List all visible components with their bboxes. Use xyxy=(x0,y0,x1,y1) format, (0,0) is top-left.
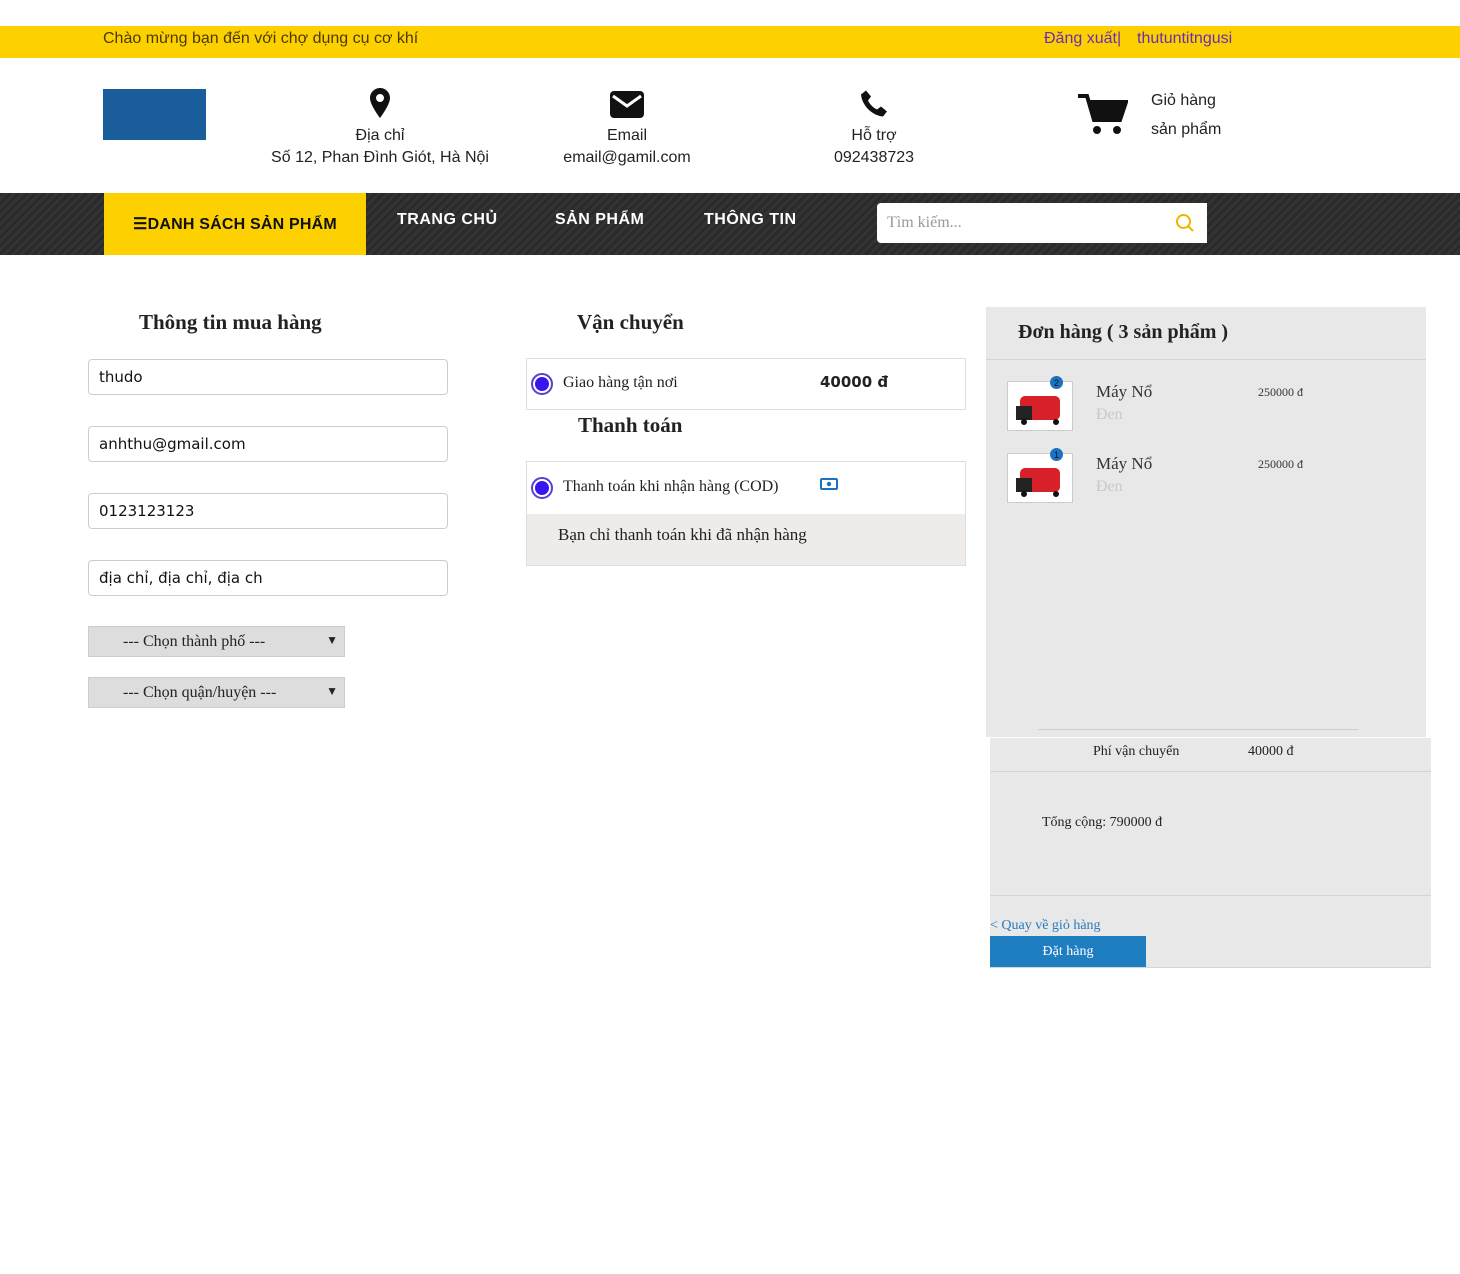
nav-info[interactable]: THÔNG TIN xyxy=(704,193,797,247)
payment-option-label: Thanh toán khi nhận hàng (COD) xyxy=(563,478,779,495)
cart-icon[interactable] xyxy=(1078,92,1129,141)
phone-field[interactable] xyxy=(88,493,448,529)
payment-option[interactable]: Thanh toán khi nhận hàng (COD) Bạn chỉ t… xyxy=(526,461,966,566)
top-bar: Chào mừng bạn đến với chợ dụng cụ cơ khí… xyxy=(0,26,1460,58)
username-link[interactable]: thutuntitngusi xyxy=(1137,30,1232,48)
quantity-badge: 2 xyxy=(1050,376,1063,389)
map-marker-icon xyxy=(370,88,390,118)
site-logo[interactable] xyxy=(103,89,206,140)
divider xyxy=(986,359,1426,360)
support-label: Hỗ trợ xyxy=(851,127,897,144)
payment-title: Thanh toán xyxy=(578,413,683,437)
search-input[interactable] xyxy=(877,203,1163,243)
support-value: 092438723 xyxy=(833,149,915,166)
address-field[interactable] xyxy=(88,560,448,596)
shipping-fee-value: 40000 đ xyxy=(1248,744,1294,759)
nav-products[interactable]: SẢN PHẨM xyxy=(555,193,644,247)
email-field[interactable] xyxy=(88,426,448,462)
district-select-value: --- Chọn quận/huyện --- xyxy=(123,683,277,701)
envelope-icon xyxy=(610,91,644,118)
divider xyxy=(990,895,1431,896)
nav-home[interactable]: TRANG CHỦ xyxy=(397,193,498,247)
city-select[interactable]: --- Chọn thành phố --- ▼ xyxy=(88,626,345,657)
address-label: Địa chỉ xyxy=(355,127,405,144)
city-select-value: --- Chọn thành phố --- xyxy=(123,632,266,650)
money-icon xyxy=(820,477,838,495)
header-address: Địa chỉ Số 12, Phan Đình Giót, Hà Nội xyxy=(260,88,500,169)
product-variant: Đen xyxy=(1096,478,1123,495)
product-price: 250000 đ xyxy=(1258,385,1303,399)
divider xyxy=(990,967,1431,968)
product-variant: Đen xyxy=(1096,406,1123,423)
header-email: Email email@gamil.com xyxy=(537,91,717,169)
chevron-down-icon: ▼ xyxy=(326,633,338,647)
welcome-text: Chào mừng bạn đến với chợ dụng cụ cơ khí xyxy=(103,30,419,47)
back-to-cart-link[interactable]: < Quay về giỏ hàng xyxy=(990,918,1101,934)
order-total: Tổng cộng: 790000 đ xyxy=(1042,815,1163,830)
divider xyxy=(1038,729,1358,730)
shipping-radio[interactable] xyxy=(531,373,553,395)
divider xyxy=(990,771,1431,772)
quantity-badge: 1 xyxy=(1050,448,1063,461)
product-price: 250000 đ xyxy=(1258,457,1303,471)
cart-label-line2: sản phẩm xyxy=(1151,121,1222,138)
payment-note-box: Bạn chỉ thanh toán khi đã nhận hàng xyxy=(527,514,965,565)
product-thumbnail[interactable] xyxy=(1007,381,1073,431)
order-summary: Đơn hàng ( 3 sản phẩm ) 2 Máy Nổ Đen 250… xyxy=(986,307,1426,737)
product-name: Máy Nổ xyxy=(1096,382,1153,401)
shipping-option-label: Giao hàng tận nơi xyxy=(563,374,678,391)
order-title: Đơn hàng ( 3 sản phẩm ) xyxy=(1018,321,1229,343)
district-select[interactable]: --- Chọn quận/huyện --- ▼ xyxy=(88,677,345,708)
email-label: Email xyxy=(606,127,647,144)
cart-label[interactable]: Giỏ hàng sản phẩm xyxy=(1151,86,1221,144)
product-thumbnail[interactable] xyxy=(1007,453,1073,503)
email-value: email@gamil.com xyxy=(563,149,691,166)
shipping-option[interactable]: Giao hàng tận nơi 40000 đ xyxy=(526,358,966,410)
nav-categories[interactable]: ☰DANH SÁCH SẢN PHẨM xyxy=(104,193,366,255)
main-nav: ☰DANH SÁCH SẢN PHẨM TRANG CHỦ SẢN PHẨM T… xyxy=(0,193,1460,255)
chevron-down-icon: ▼ xyxy=(326,684,338,698)
shipping-title: Vận chuyển xyxy=(577,310,684,334)
payment-note: Bạn chỉ thanh toán khi đã nhận hàng xyxy=(558,525,807,544)
order-totals: Phí vận chuyển 40000 đ Tổng cộng: 790000… xyxy=(990,738,1431,968)
place-order-button[interactable]: Đặt hàng xyxy=(990,936,1146,967)
cart-label-line1: Giỏ hàng xyxy=(1151,92,1216,109)
shipping-fee-label: Phí vận chuyển xyxy=(1093,744,1180,759)
product-name: Máy Nổ xyxy=(1096,454,1153,473)
search-icon xyxy=(1176,214,1194,232)
shipping-price: 40000 đ xyxy=(820,373,889,391)
name-field[interactable] xyxy=(88,359,448,395)
logout-link[interactable]: Đăng xuất| xyxy=(1044,30,1121,48)
header-support: Hỗ trợ 092438723 xyxy=(804,89,944,169)
purchase-title: Thông tin mua hàng xyxy=(139,310,322,334)
phone-icon xyxy=(861,90,887,117)
payment-radio[interactable] xyxy=(531,477,553,499)
address-value: Số 12, Phan Đình Giót, Hà Nội xyxy=(271,149,489,166)
search-button[interactable] xyxy=(1163,203,1207,243)
